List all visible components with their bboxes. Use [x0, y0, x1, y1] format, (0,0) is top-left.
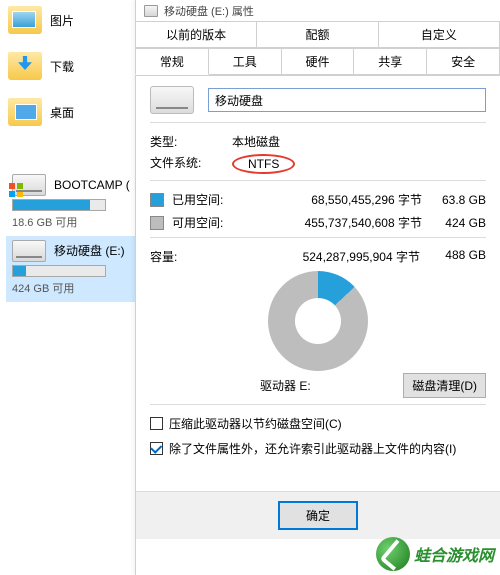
drive-icon [12, 174, 46, 196]
tab-previous-versions[interactable]: 以前的版本 [135, 21, 257, 48]
filesystem-value: NTFS [232, 154, 295, 174]
capacity-label: 容量: [150, 248, 236, 265]
index-checkbox[interactable] [150, 442, 163, 455]
folder-downloads-icon [8, 52, 42, 80]
free-swatch-icon [150, 216, 164, 230]
drive-usage-bar [12, 199, 106, 211]
nav-pictures[interactable]: 图片 [6, 4, 140, 50]
explorer-sidebar: 图片 下载 桌面 BOOTCAMP ( 18.6 GB 可用 移动硬盘 (E:)… [0, 0, 140, 575]
free-bytes: 455,737,540,608 字节 [244, 214, 422, 231]
tab-sharing[interactable]: 共享 [353, 48, 427, 75]
compress-label: 压缩此驱动器以节约磁盘空间(C) [169, 415, 342, 432]
tabs-row-1: 以前的版本 配额 自定义 [136, 22, 500, 49]
used-human: 63.8 GB [426, 193, 486, 207]
disk-cleanup-button[interactable]: 磁盘清理(D) [403, 373, 486, 398]
dialog-title-bar: 移动硬盘 (E:) 属性 [136, 0, 500, 22]
free-label: 可用空间: [172, 214, 240, 231]
dialog-title: 移动硬盘 (E:) 属性 [164, 3, 254, 19]
ok-button[interactable]: 确定 [279, 502, 357, 529]
nav-label: 桌面 [50, 104, 74, 121]
drive-large-icon [150, 86, 194, 114]
dialog-button-row: 确定 [136, 491, 500, 539]
tab-customize[interactable]: 自定义 [378, 21, 500, 48]
drive-free-text: 18.6 GB 可用 [12, 214, 134, 230]
usage-pie-chart [268, 271, 368, 371]
drive-name-input[interactable] [208, 88, 486, 112]
folder-desktop-icon [8, 98, 42, 126]
tab-security[interactable]: 安全 [426, 48, 500, 75]
tab-general[interactable]: 常规 [135, 48, 209, 75]
compress-checkbox[interactable] [150, 417, 163, 430]
drive-letter-label: 驱动器 E: [260, 377, 311, 394]
drive-icon [12, 240, 46, 262]
tab-quota[interactable]: 配额 [256, 21, 378, 48]
used-bytes: 68,550,455,296 字节 [244, 191, 422, 208]
capacity-human: 488 GB [426, 248, 486, 265]
type-value: 本地磁盘 [232, 133, 280, 150]
tab-tools[interactable]: 工具 [208, 48, 282, 75]
nav-label: 图片 [50, 12, 74, 29]
drive-name: 移动硬盘 (E:) [54, 244, 125, 258]
filesystem-label: 文件系统: [150, 154, 210, 174]
folder-pictures-icon [8, 6, 42, 34]
drive-name: BOOTCAMP ( [54, 178, 130, 192]
drive-free-text: 424 GB 可用 [12, 280, 134, 296]
tab-hardware[interactable]: 硬件 [281, 48, 355, 75]
index-label: 除了文件属性外，还允许索引此驱动器上文件的内容(I) [169, 440, 456, 457]
drive-usage-bar [12, 265, 106, 277]
tabs-row-2: 常规 工具 硬件 共享 安全 [136, 49, 500, 76]
free-human: 424 GB [426, 216, 486, 230]
drive-bootcamp[interactable]: BOOTCAMP ( 18.6 GB 可用 [6, 170, 140, 236]
nav-label: 下载 [50, 58, 74, 75]
properties-dialog: 移动硬盘 (E:) 属性 以前的版本 配额 自定义 常规 工具 硬件 共享 安全… [135, 0, 500, 575]
drive-small-icon [144, 5, 158, 17]
nav-desktop[interactable]: 桌面 [6, 96, 140, 142]
used-swatch-icon [150, 193, 164, 207]
type-label: 类型: [150, 133, 210, 150]
capacity-bytes: 524,287,995,904 字节 [242, 248, 420, 265]
drive-removable-e[interactable]: 移动硬盘 (E:) 424 GB 可用 [6, 236, 140, 302]
used-label: 已用空间: [172, 191, 240, 208]
nav-downloads[interactable]: 下载 [6, 50, 140, 96]
